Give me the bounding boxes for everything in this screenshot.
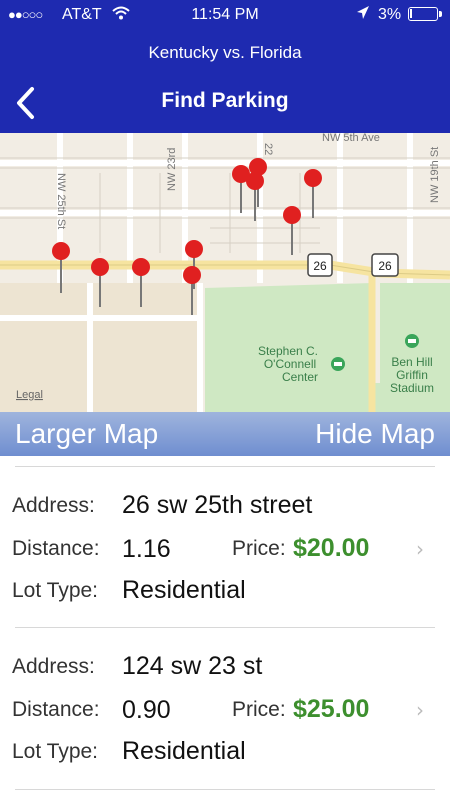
price-value: $20.00 xyxy=(293,534,370,562)
oconnell-label-2: O'Connell xyxy=(264,357,316,371)
route-shield-2: 26 xyxy=(371,253,399,277)
street-label-nw25: NW 25th St xyxy=(55,173,67,229)
disclosure-chevron-icon[interactable]: › xyxy=(416,537,424,561)
lot-type-value: Residential xyxy=(122,737,246,765)
street-label-nw5: NW 5th Ave xyxy=(322,133,380,144)
event-subtitle: Kentucky vs. Florida xyxy=(148,43,302,62)
address-label: Address: xyxy=(12,494,95,517)
park-icon xyxy=(331,357,345,371)
map-legal-link[interactable]: Legal xyxy=(16,389,43,401)
parking-map[interactable]: NW 5th Ave NW 25th St NW 23rd 22 NW 19th… xyxy=(0,133,450,412)
price-value: $25.00 xyxy=(293,695,370,723)
map-pin-icon[interactable] xyxy=(232,165,250,213)
address-label: Address: xyxy=(12,655,95,678)
lot-type-value: Residential xyxy=(122,576,246,604)
stadium-label-2: Griffin xyxy=(396,368,428,382)
divider xyxy=(15,789,435,790)
battery-tip xyxy=(439,11,442,17)
street-label-nw22: 22 xyxy=(262,143,274,155)
address-value: 26 sw 25th street xyxy=(122,491,313,519)
lot-type-label: Lot Type: xyxy=(12,740,99,763)
park-icon xyxy=(405,334,419,348)
battery-percent: 3% xyxy=(378,6,402,23)
route-shield-1: 26 xyxy=(307,253,333,277)
distance-label: Distance: xyxy=(12,537,100,560)
distance-value: 1.16 xyxy=(122,535,171,563)
oconnell-label-1: Stephen C. xyxy=(258,344,318,358)
oconnell-label-3: Center xyxy=(282,370,318,384)
location-arrow-icon xyxy=(356,5,370,26)
distance-label: Distance: xyxy=(12,698,100,721)
route-label-2: 26 xyxy=(378,259,392,273)
map-toolbar: Larger Map Hide Map xyxy=(0,412,450,456)
hide-map-button[interactable]: Hide Map xyxy=(315,418,435,450)
disclosure-chevron-icon[interactable]: › xyxy=(416,698,424,722)
street-label-nw23: NW 23rd xyxy=(166,148,178,191)
status-bar: ●●○○○ AT&T 11:54 PM 3% xyxy=(0,0,450,30)
divider xyxy=(15,466,435,467)
price-label: Price: xyxy=(232,537,286,560)
battery-icon xyxy=(408,7,438,21)
nav-header: ●●○○○ AT&T 11:54 PM 3% Kentucky vs. Flor… xyxy=(0,0,450,133)
map-pin-icon[interactable] xyxy=(283,206,301,255)
stadium-label-1: Ben Hill xyxy=(391,355,432,369)
larger-map-button[interactable]: Larger Map xyxy=(15,418,158,450)
price-label: Price: xyxy=(232,698,286,721)
lot-type-label: Lot Type: xyxy=(12,579,99,602)
distance-value: 0.90 xyxy=(122,696,171,724)
route-label-1: 26 xyxy=(313,259,327,273)
stadium-label-3: Stadium xyxy=(390,381,434,395)
street-label-nw19: NW 19th St xyxy=(429,147,441,203)
divider xyxy=(15,627,435,628)
page-title: Find Parking xyxy=(161,89,289,112)
address-value: 124 sw 23 st xyxy=(122,652,263,680)
